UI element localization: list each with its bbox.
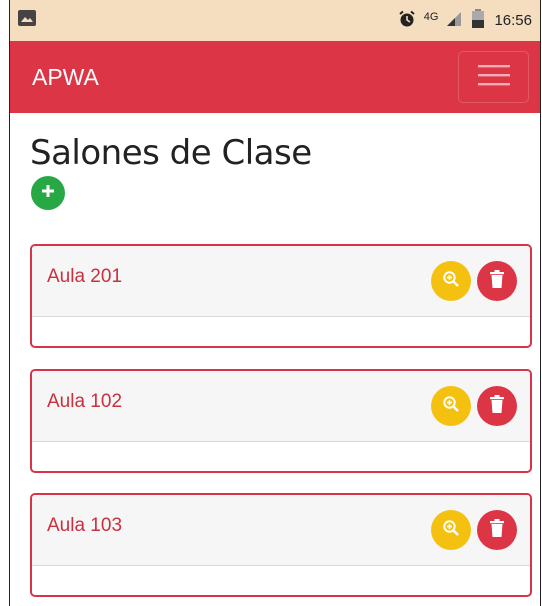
add-classroom-button[interactable]	[31, 176, 65, 210]
navbar: APWA	[10, 41, 540, 113]
card-header: Aula 103	[32, 495, 530, 566]
view-classroom-button[interactable]	[431, 261, 471, 301]
zoom-in-icon	[442, 519, 460, 542]
menu-toggle-button[interactable]	[458, 51, 529, 103]
brand-title[interactable]: APWA	[32, 64, 458, 91]
view-classroom-button[interactable]	[431, 386, 471, 426]
classroom-name[interactable]: Aula 201	[47, 266, 122, 288]
hamburger-icon	[477, 63, 510, 92]
alarm-icon	[398, 10, 416, 31]
delete-classroom-button[interactable]	[477, 510, 517, 550]
delete-classroom-button[interactable]	[477, 261, 517, 301]
frame-edge-right	[540, 0, 541, 606]
delete-classroom-button[interactable]	[477, 386, 517, 426]
zoom-in-icon	[442, 270, 460, 293]
view-classroom-button[interactable]	[431, 510, 471, 550]
zoom-in-icon	[442, 395, 460, 418]
classroom-card: Aula 103	[30, 493, 532, 597]
classroom-name[interactable]: Aula 103	[47, 515, 122, 537]
network-type: 4G	[423, 10, 439, 23]
plus-icon	[41, 184, 55, 203]
page-title: Salones de Clase	[30, 133, 312, 173]
battery-icon	[470, 9, 486, 32]
image-icon	[18, 10, 36, 31]
trash-icon	[490, 394, 504, 418]
classroom-card: Aula 102	[30, 369, 532, 473]
classroom-card: Aula 201	[30, 244, 532, 348]
card-header: Aula 102	[32, 371, 530, 442]
signal-icon	[446, 11, 462, 30]
card-header: Aula 201	[32, 246, 530, 317]
clock: 16:56	[494, 12, 532, 29]
trash-icon	[490, 269, 504, 293]
status-bar: 4G 16:56	[10, 0, 540, 41]
trash-icon	[490, 518, 504, 542]
classroom-name[interactable]: Aula 102	[47, 391, 122, 413]
